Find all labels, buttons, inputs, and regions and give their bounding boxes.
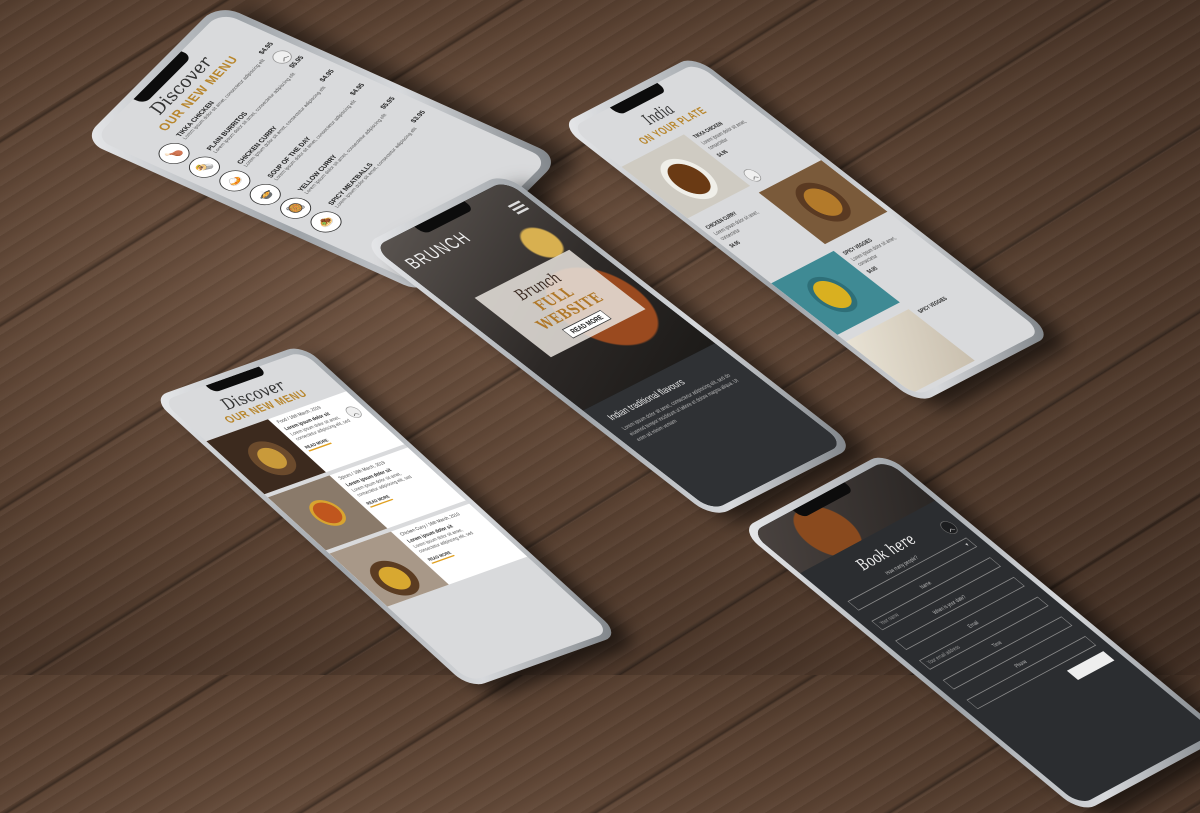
brand-logo[interactable]: BRUNCH <box>400 228 477 272</box>
menu-item-price: $3.95 <box>408 109 428 124</box>
meatballs-icon: 🧆 <box>304 207 348 237</box>
phone-discover-cards: Discover OUR NEW MENU Food / 16th March,… <box>152 344 620 689</box>
read-more-link[interactable]: READ MORE <box>365 494 394 508</box>
dropdown-arrow-icon[interactable]: ▾ <box>963 542 971 547</box>
phone-booking-form: Book here How many people? ▾ Name Your name… <box>740 452 1200 813</box>
menu-item-price: $4.95 <box>317 68 336 83</box>
read-more-link[interactable]: READ MORE <box>303 438 332 452</box>
read-more-link[interactable]: READ MORE <box>426 550 455 564</box>
hero-card: Brunch FULL WEBSITE READ MORE <box>474 249 646 358</box>
menu-item-price: $4.95 <box>348 82 367 97</box>
hamburger-menu-icon[interactable] <box>505 199 531 216</box>
chevron-up-icon: ︿ <box>276 53 291 63</box>
menu-item-price: $5.95 <box>378 95 397 111</box>
input-placeholder: Your name <box>878 612 901 626</box>
blog-card-list: Food / 16th March, 2019 Lorem ipsum dolor… <box>206 391 528 607</box>
